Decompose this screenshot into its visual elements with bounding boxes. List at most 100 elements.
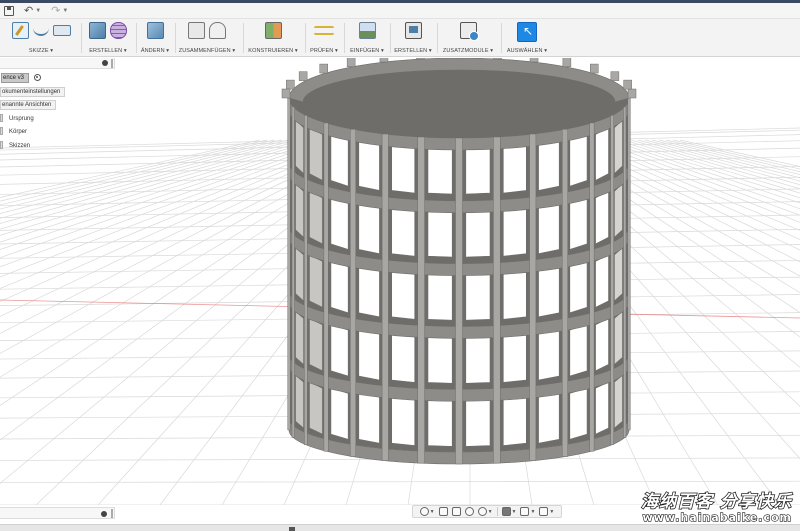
nav-separator: [496, 507, 498, 516]
rectangle-icon[interactable]: [52, 25, 71, 36]
group-label-zusammenfuegen[interactable]: ZUSAMMENFÜGEN ▾: [176, 48, 238, 54]
browser-node-label[interactable]: Körper: [9, 129, 27, 135]
group-zusammenfuegen[interactable]: ZUSAMMENFÜGEN ▾: [176, 19, 238, 57]
visibility-toggle-icon[interactable]: [0, 141, 3, 150]
lattice-window: [569, 324, 588, 377]
group-konstruieren[interactable]: KONSTRUIEREN ▾: [245, 19, 301, 57]
press-pull-icon[interactable]: [146, 22, 164, 39]
comments-resize-handle[interactable]: [111, 509, 113, 518]
group-label-zusatzmodule[interactable]: ZUSATZMODULE ▾: [439, 48, 497, 54]
group-label-erstellen-2[interactable]: ERSTELLEN ▾: [392, 48, 434, 54]
joint-icon[interactable]: [209, 22, 226, 39]
form-mesh-icon[interactable]: [110, 22, 127, 39]
lattice-window: [614, 246, 623, 302]
cylinder-lattice-model[interactable]: [281, 58, 637, 465]
activate-target-icon[interactable]: [33, 73, 41, 81]
group-label-auswaehlen[interactable]: AUSWÄHLEN ▾: [503, 48, 551, 54]
browser-node-named-views[interactable]: enannte Ansichten: [0, 100, 57, 110]
new-component-icon[interactable]: [188, 22, 205, 39]
select-cursor-icon[interactable]: [517, 22, 537, 42]
comments-panel-header[interactable]: [0, 507, 115, 519]
lattice-window: [502, 207, 527, 257]
group-aendern[interactable]: ÄNDERN ▾: [137, 19, 173, 57]
browser-node-label[interactable]: okumenteinstellungen: [0, 87, 66, 97]
insert-image-icon[interactable]: [358, 22, 376, 39]
browser-node-bodies[interactable]: Körper: [0, 127, 27, 137]
arc-icon[interactable]: [32, 24, 49, 36]
group-pruefen[interactable]: PRÜFEN ▾: [307, 19, 341, 57]
group-label-skizze[interactable]: SKIZZE ▾: [6, 48, 76, 54]
look-at-icon[interactable]: [438, 507, 448, 516]
lattice-fin: [350, 129, 356, 457]
viewports-dropdown-icon[interactable]: ▼: [549, 509, 554, 515]
group-label-einfuegen[interactable]: EINFÜGEN ▾: [346, 48, 388, 54]
lattice-fin: [493, 136, 501, 464]
group-auswaehlen[interactable]: AUSWÄHLEN ▾: [503, 19, 551, 57]
browser-node-document-settings[interactable]: okumenteinstellungen: [0, 87, 66, 97]
visibility-toggle-icon[interactable]: [0, 114, 3, 123]
group-erstellen-2[interactable]: ERSTELLEN ▾: [392, 19, 434, 57]
lattice-window: [330, 197, 349, 250]
browser-node-label[interactable]: Ursprung: [9, 116, 34, 122]
top-crenellation: [493, 58, 502, 60]
offset-plane-icon[interactable]: [264, 22, 282, 39]
top-crenellation: [623, 79, 632, 90]
browser-node-origin[interactable]: Ursprung: [0, 114, 34, 124]
create-sketch-icon[interactable]: [11, 22, 29, 39]
lattice-window: [295, 119, 304, 175]
group-einfuegen[interactable]: EINFÜGEN ▾: [346, 19, 388, 57]
orbit-icon[interactable]: [419, 507, 429, 516]
timeline-marker[interactable]: [289, 527, 295, 531]
redo-icon[interactable]: ↷: [51, 5, 60, 16]
lattice-fin: [589, 122, 595, 452]
3d-viewport[interactable]: [0, 58, 800, 505]
scripts-addins-icon[interactable]: [459, 22, 479, 41]
orbit-dropdown-icon[interactable]: ▼: [430, 509, 435, 515]
save-icon[interactable]: [4, 5, 14, 16]
grid-line: [602, 139, 800, 210]
group-skizze[interactable]: SKIZZE ▾: [6, 19, 76, 57]
lattice-window: [309, 381, 323, 435]
visibility-toggle-icon[interactable]: [0, 127, 3, 136]
browser-node-label[interactable]: Skizzen: [9, 143, 30, 149]
group-label-aendern[interactable]: ÄNDERN ▾: [137, 48, 173, 54]
redo-dropdown-icon[interactable]: ▼: [62, 8, 68, 14]
undo-icon[interactable]: ↶: [24, 5, 33, 16]
lattice-window: [358, 329, 380, 381]
browser-resize-handle[interactable]: [111, 59, 113, 68]
browser-pin-icon[interactable]: [102, 60, 108, 66]
lattice-window: [330, 387, 349, 440]
group-zusatzmodule[interactable]: ZUSATZMODULE ▾: [439, 19, 497, 57]
grid-snap-icon[interactable]: [520, 507, 530, 516]
top-crenellation: [590, 63, 599, 74]
document-name[interactable]: ence v3: [1, 73, 30, 83]
browser-panel-header[interactable]: [0, 58, 115, 69]
top-crenellation: [610, 71, 620, 81]
display-settings-icon[interactable]: [501, 507, 511, 516]
group-label-erstellen[interactable]: ERSTELLEN ▾: [83, 48, 133, 54]
group-label-konstruieren[interactable]: KONSTRUIEREN ▾: [245, 48, 301, 54]
grid-dropdown-icon[interactable]: ▼: [530, 509, 535, 515]
zoom-window-icon[interactable]: [477, 507, 487, 516]
viewports-icon[interactable]: [539, 507, 549, 516]
group-label-pruefen[interactable]: PRÜFEN ▾: [307, 48, 341, 54]
group-erstellen[interactable]: ERSTELLEN ▾: [83, 19, 133, 57]
zoom-icon[interactable]: [464, 507, 474, 516]
pan-hand-icon[interactable]: [451, 507, 461, 516]
lattice-fin: [562, 129, 568, 457]
browser-node-sketches[interactable]: Skizzen: [0, 141, 30, 151]
zoom-dropdown-icon[interactable]: ▼: [488, 509, 493, 515]
browser-node-label[interactable]: enannte Ansichten: [0, 100, 57, 110]
lattice-window: [330, 324, 349, 377]
toolbar-separator: [437, 23, 438, 53]
timeline-bar[interactable]: [0, 524, 800, 531]
comments-pin-icon[interactable]: [101, 511, 107, 517]
ribbon-toolbar: SKIZZE ▾ ERSTELLEN ▾ ÄNDERN ▾ ZUSAMMENFÜ…: [0, 19, 800, 57]
browser-root-node[interactable]: ence v3: [0, 73, 41, 83]
measure-icon[interactable]: [314, 26, 334, 35]
undo-dropdown-icon[interactable]: ▼: [35, 8, 41, 14]
3d-print-icon[interactable]: [404, 22, 422, 39]
top-crenellation: [346, 58, 356, 67]
extrude-icon[interactable]: [89, 22, 106, 39]
display-dropdown-icon[interactable]: ▼: [512, 509, 517, 515]
